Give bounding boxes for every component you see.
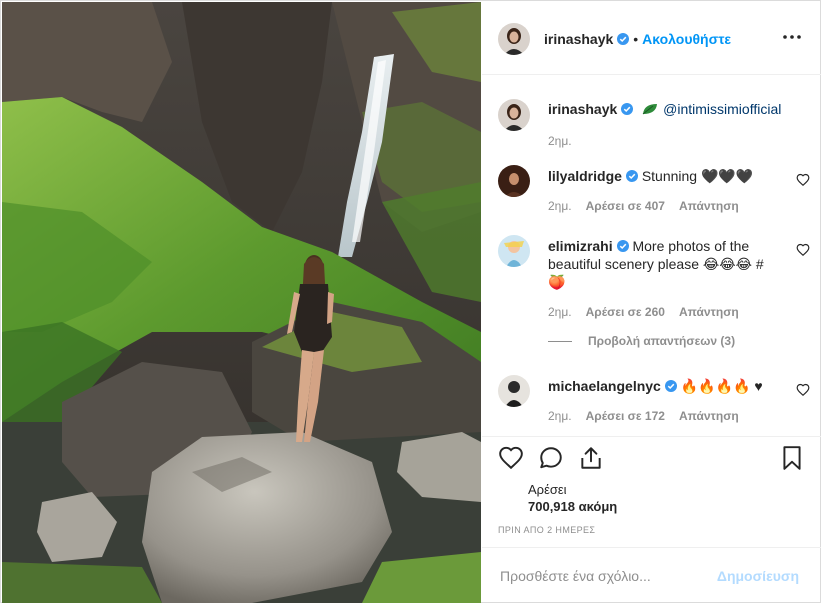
commenter-avatar[interactable] (498, 375, 530, 407)
caption-meta: 2ημ. (548, 132, 586, 150)
comment-likes-count[interactable]: Αρέσει σε 172 (586, 409, 665, 423)
commenter-username[interactable]: michaelangelnyc (548, 378, 661, 394)
comment-meta: 2ημ. Αρέσει σε 407 Απάντηση (548, 197, 753, 215)
comment-time: 2ημ. (548, 409, 572, 423)
follow-button[interactable]: Ακολουθήστε (642, 31, 731, 47)
caption-mention-link[interactable]: @intimissimiofficial (663, 101, 781, 117)
author-avatar[interactable] (498, 23, 530, 55)
likes-label: Αρέσει (528, 482, 567, 497)
verified-badge-icon (664, 380, 677, 392)
bookmark-icon[interactable] (779, 445, 805, 471)
like-heart-icon[interactable] (498, 445, 524, 471)
comment-time: 2ημ. (548, 305, 572, 319)
comment-bubble-icon[interactable] (538, 445, 564, 471)
verified-badge-icon (625, 170, 638, 182)
view-replies-line (548, 340, 572, 342)
reply-button[interactable]: Απάντηση (679, 409, 739, 423)
caption-time: 2ημ. (548, 134, 572, 148)
comment-like-heart-icon[interactable] (796, 173, 810, 187)
comment-meta: 2ημ. Αρέσει σε 172 Απάντηση (548, 407, 753, 425)
commenter-username[interactable]: lilyaldridge (548, 168, 622, 184)
separator-dot: • (633, 31, 639, 47)
actions-divider (482, 436, 821, 438)
waterfall-landscape-image (2, 2, 481, 603)
comment-text: Stunning 🖤🖤🖤 (641, 168, 754, 184)
commenter-avatar[interactable] (498, 165, 530, 197)
verified-badge-icon (617, 33, 630, 45)
comment-time: 2ημ. (548, 199, 572, 213)
comment-meta: 2ημ. Αρέσει σε 260 Απάντηση (548, 303, 753, 321)
commenter-avatar[interactable] (498, 235, 530, 267)
comment-likes-count[interactable]: Αρέσει σε 407 (586, 199, 665, 213)
comment-likes-count[interactable]: Αρέσει σε 260 (586, 305, 665, 319)
add-comment-input[interactable] (498, 562, 722, 590)
comment-like-heart-icon[interactable] (796, 383, 810, 397)
caption-username[interactable]: irinashayk (548, 101, 617, 117)
post-photo[interactable] (2, 2, 481, 603)
caption-avatar[interactable] (498, 99, 530, 131)
comment-text: 🔥🔥🔥🔥 ♥ (680, 378, 763, 394)
instagram-post: irinashayk • Ακολουθήστε irinashayk @intim… (0, 0, 821, 603)
post-date[interactable]: ΠΡΙΝ ΑΠΟ 2 ΗΜΕΡΕΣ (498, 525, 595, 535)
post-comment-button[interactable]: Δημοσίευση (717, 568, 799, 584)
likes-count[interactable]: 700,918 ακόμη (528, 499, 617, 514)
author-username[interactable]: irinashayk (544, 31, 613, 47)
comment-like-heart-icon[interactable] (796, 243, 810, 257)
post-side-panel: irinashayk • Ακολουθήστε irinashayk @intim… (482, 1, 821, 603)
add-comment-bar: Δημοσίευση (482, 547, 821, 603)
reply-button[interactable]: Απάντηση (679, 199, 739, 213)
comments-list[interactable]: irinashayk @intimissimiofficial 2ημ. lil… (482, 76, 821, 436)
verified-badge-icon (616, 240, 629, 252)
share-icon[interactable] (578, 445, 604, 471)
view-replies-label: Προβολή απαντήσεων (3) (588, 334, 736, 348)
commenter-username[interactable]: elimizrahi (548, 238, 613, 254)
verified-badge-icon (621, 103, 634, 115)
reply-button[interactable]: Απάντηση (679, 305, 739, 319)
post-header: irinashayk • Ακολουθήστε (482, 1, 821, 75)
more-options-icon[interactable] (781, 27, 803, 47)
view-replies-button[interactable]: Προβολή απαντήσεων (3) (548, 334, 735, 348)
leaf-emoji-icon (642, 104, 658, 115)
